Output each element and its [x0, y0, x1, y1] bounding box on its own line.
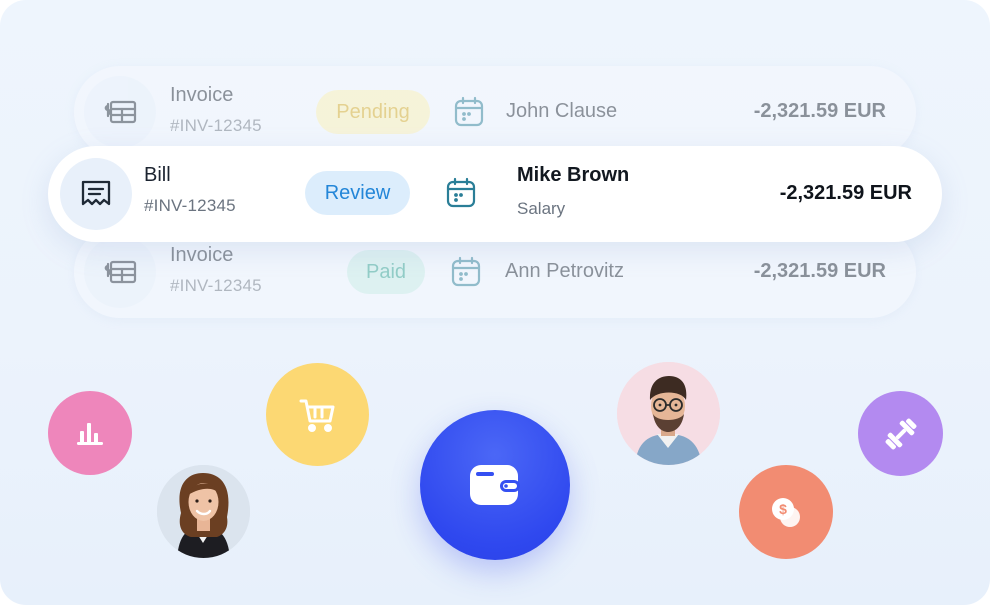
document-info: Bill #INV-12345 [144, 164, 236, 216]
amount-info: -2,321.59 EUR [754, 260, 886, 283]
dollar-coins-icon[interactable]: $ [739, 465, 833, 559]
invoice-icon [84, 76, 156, 148]
document-id: #INV-12345 [170, 116, 262, 135]
illustration-canvas: Invoice #INV-12345 Pending John Clause -… [0, 0, 990, 605]
payee-name: Ann Petrovitz [505, 260, 624, 282]
svg-text:$: $ [779, 501, 787, 517]
transaction-row-active[interactable]: Bill #INV-12345 Review Mike Brown Salary… [48, 146, 942, 242]
payee-info: Mike Brown Salary [517, 164, 629, 219]
woman-avatar[interactable] [157, 465, 250, 558]
bar-chart-icon[interactable] [48, 391, 132, 475]
document-id: #INV-12345 [170, 276, 262, 295]
document-type: Invoice [170, 244, 234, 266]
status-badge: Paid [347, 250, 425, 294]
status-badge: Review [305, 171, 410, 215]
amount-info: -2,321.59 EUR [780, 182, 912, 205]
calendar-icon [444, 176, 478, 210]
payee-info: John Clause [506, 100, 617, 123]
document-id: #INV-12345 [144, 196, 236, 215]
payee-info: Ann Petrovitz [505, 260, 624, 283]
payee-name: John Clause [506, 100, 618, 122]
document-info: Invoice #INV-12345 [170, 84, 262, 136]
transaction-row[interactable]: Invoice #INV-12345 Pending John Clause -… [74, 66, 916, 158]
wallet-icon[interactable] [420, 410, 570, 560]
amount: -2,321.59 EUR [753, 260, 886, 282]
calendar-icon [452, 95, 486, 129]
dumbbell-icon[interactable] [858, 391, 943, 476]
amount-info: -2,321.59 EUR [754, 100, 886, 123]
amount: -2,321.59 EUR [779, 182, 912, 204]
calendar-icon [449, 255, 483, 289]
document-type: Invoice [170, 84, 234, 106]
amount: -2,321.59 EUR [753, 100, 886, 122]
document-type: Bill [144, 164, 171, 186]
shopping-cart-icon[interactable] [266, 363, 369, 466]
payee-name: Mike Brown [517, 164, 630, 186]
document-info: Invoice #INV-12345 [170, 244, 262, 296]
invoice-icon [84, 236, 156, 308]
receipt-icon [60, 158, 132, 230]
status-badge: Pending [316, 90, 430, 134]
payee-category: Salary [517, 199, 566, 218]
man-avatar[interactable] [617, 362, 720, 465]
